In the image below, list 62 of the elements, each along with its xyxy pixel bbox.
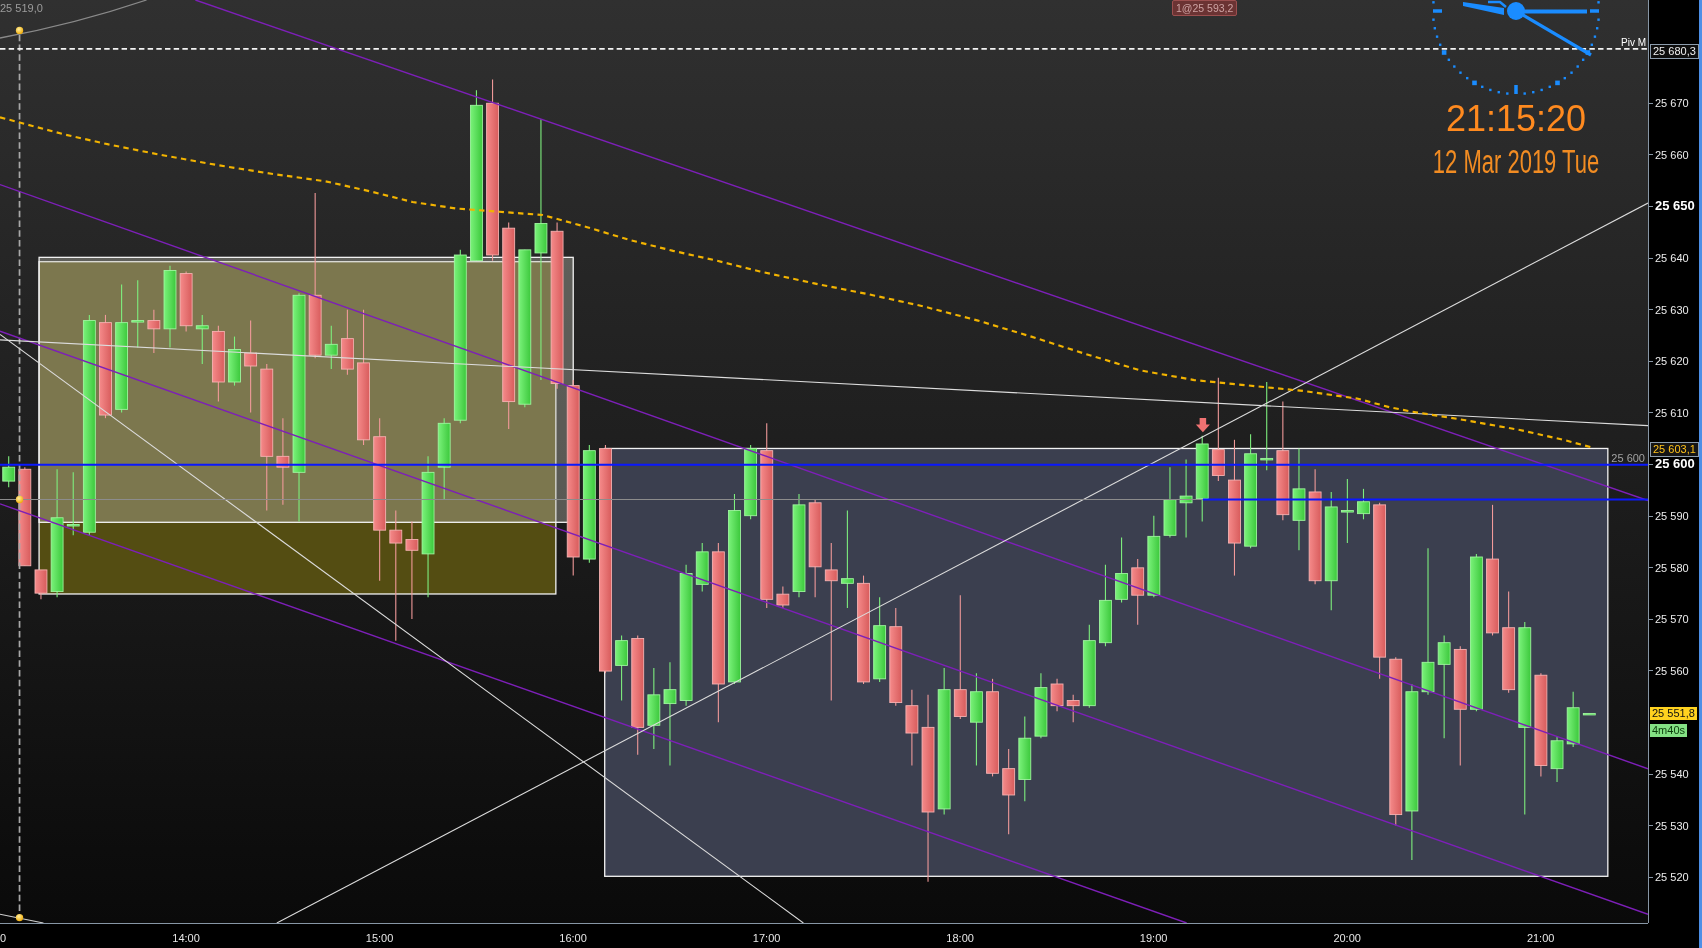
anchor-dot-icon [15, 26, 24, 35]
candlestick [179, 271, 193, 332]
price-tick-label: 25 520 [1649, 870, 1689, 885]
price-tick-label: 25 530 [1649, 818, 1689, 833]
price-marker: 25 680,3 [1650, 44, 1699, 59]
candlestick [341, 309, 354, 376]
anchor-dot-icon [15, 495, 24, 504]
price-tick-label: 25 570 [1649, 612, 1689, 627]
candlestick [1582, 712, 1596, 716]
pivot-label: Piv M [1621, 37, 1646, 48]
candlestick [1034, 672, 1048, 739]
time-tick-label: 18:00 [946, 932, 974, 944]
price-tick-label: 25 670 [1649, 96, 1689, 111]
candlestick [695, 542, 709, 593]
price-tick-label: 25 640 [1649, 251, 1689, 265]
candlestick [324, 325, 338, 370]
candlestick [2, 455, 16, 488]
down-arrow-icon [1195, 418, 1210, 433]
time-tick-label: 14:00 [172, 932, 200, 944]
level-label: 25 600 [1611, 452, 1645, 464]
candlestick [1550, 735, 1564, 783]
candlestick [1115, 536, 1128, 603]
time-tick-label: 15:00 [365, 932, 394, 944]
time-tick-label: 19:00 [1139, 932, 1168, 944]
candlestick [1131, 558, 1145, 626]
price-tick-label: 25 610 [1649, 405, 1689, 420]
price-tick-label: 25 660 [1649, 147, 1689, 162]
price-tick-label: 25 580 [1649, 560, 1689, 575]
candlestick [228, 336, 241, 387]
candlestick [1163, 466, 1177, 538]
price-marker: 4m40s [1650, 724, 1688, 737]
candlestick [1340, 478, 1354, 544]
candlestick [1066, 694, 1080, 723]
candlestick [1566, 691, 1580, 748]
price-tick-label: 25 600 [1649, 457, 1695, 472]
clock-date: 12 Mar 2019 Tue [1432, 146, 1600, 179]
clock-time: 21:15:20 [1445, 101, 1587, 137]
candlestick [34, 569, 48, 600]
time-tick-label: 20:00 [1333, 932, 1361, 944]
anchor-dot-icon [15, 913, 24, 922]
price-label: 25 519,0 [0, 2, 43, 15]
price-tick-label: 25 540 [1649, 767, 1689, 781]
order-tag: 1@25 593,2 [1172, 0, 1238, 16]
candlestick [1050, 678, 1064, 712]
candlestick [131, 279, 145, 348]
price-tick-label: 25 650 [1649, 199, 1695, 214]
candlestick [66, 471, 80, 536]
price-tick-label: 25 590 [1649, 509, 1689, 523]
candlestick [1357, 488, 1370, 520]
price-tick-label: 25 630 [1649, 302, 1689, 317]
candlestick [195, 314, 209, 365]
time-tick-label: 16:00 [559, 932, 587, 944]
candlestick [615, 634, 628, 702]
candlestick [147, 309, 161, 354]
time-tick-label: 17:00 [752, 932, 781, 944]
price-tick-label: 25 560 [1649, 663, 1689, 678]
time-tick-label: 21:00 [1526, 932, 1555, 944]
price-marker: 25 603,1 [1650, 442, 1699, 457]
price-marker: 25 551,8 [1650, 707, 1697, 720]
candlestick [776, 585, 790, 609]
time-tick-label: 0 [0, 932, 7, 944]
price-tick-label: 25 620 [1649, 354, 1689, 369]
